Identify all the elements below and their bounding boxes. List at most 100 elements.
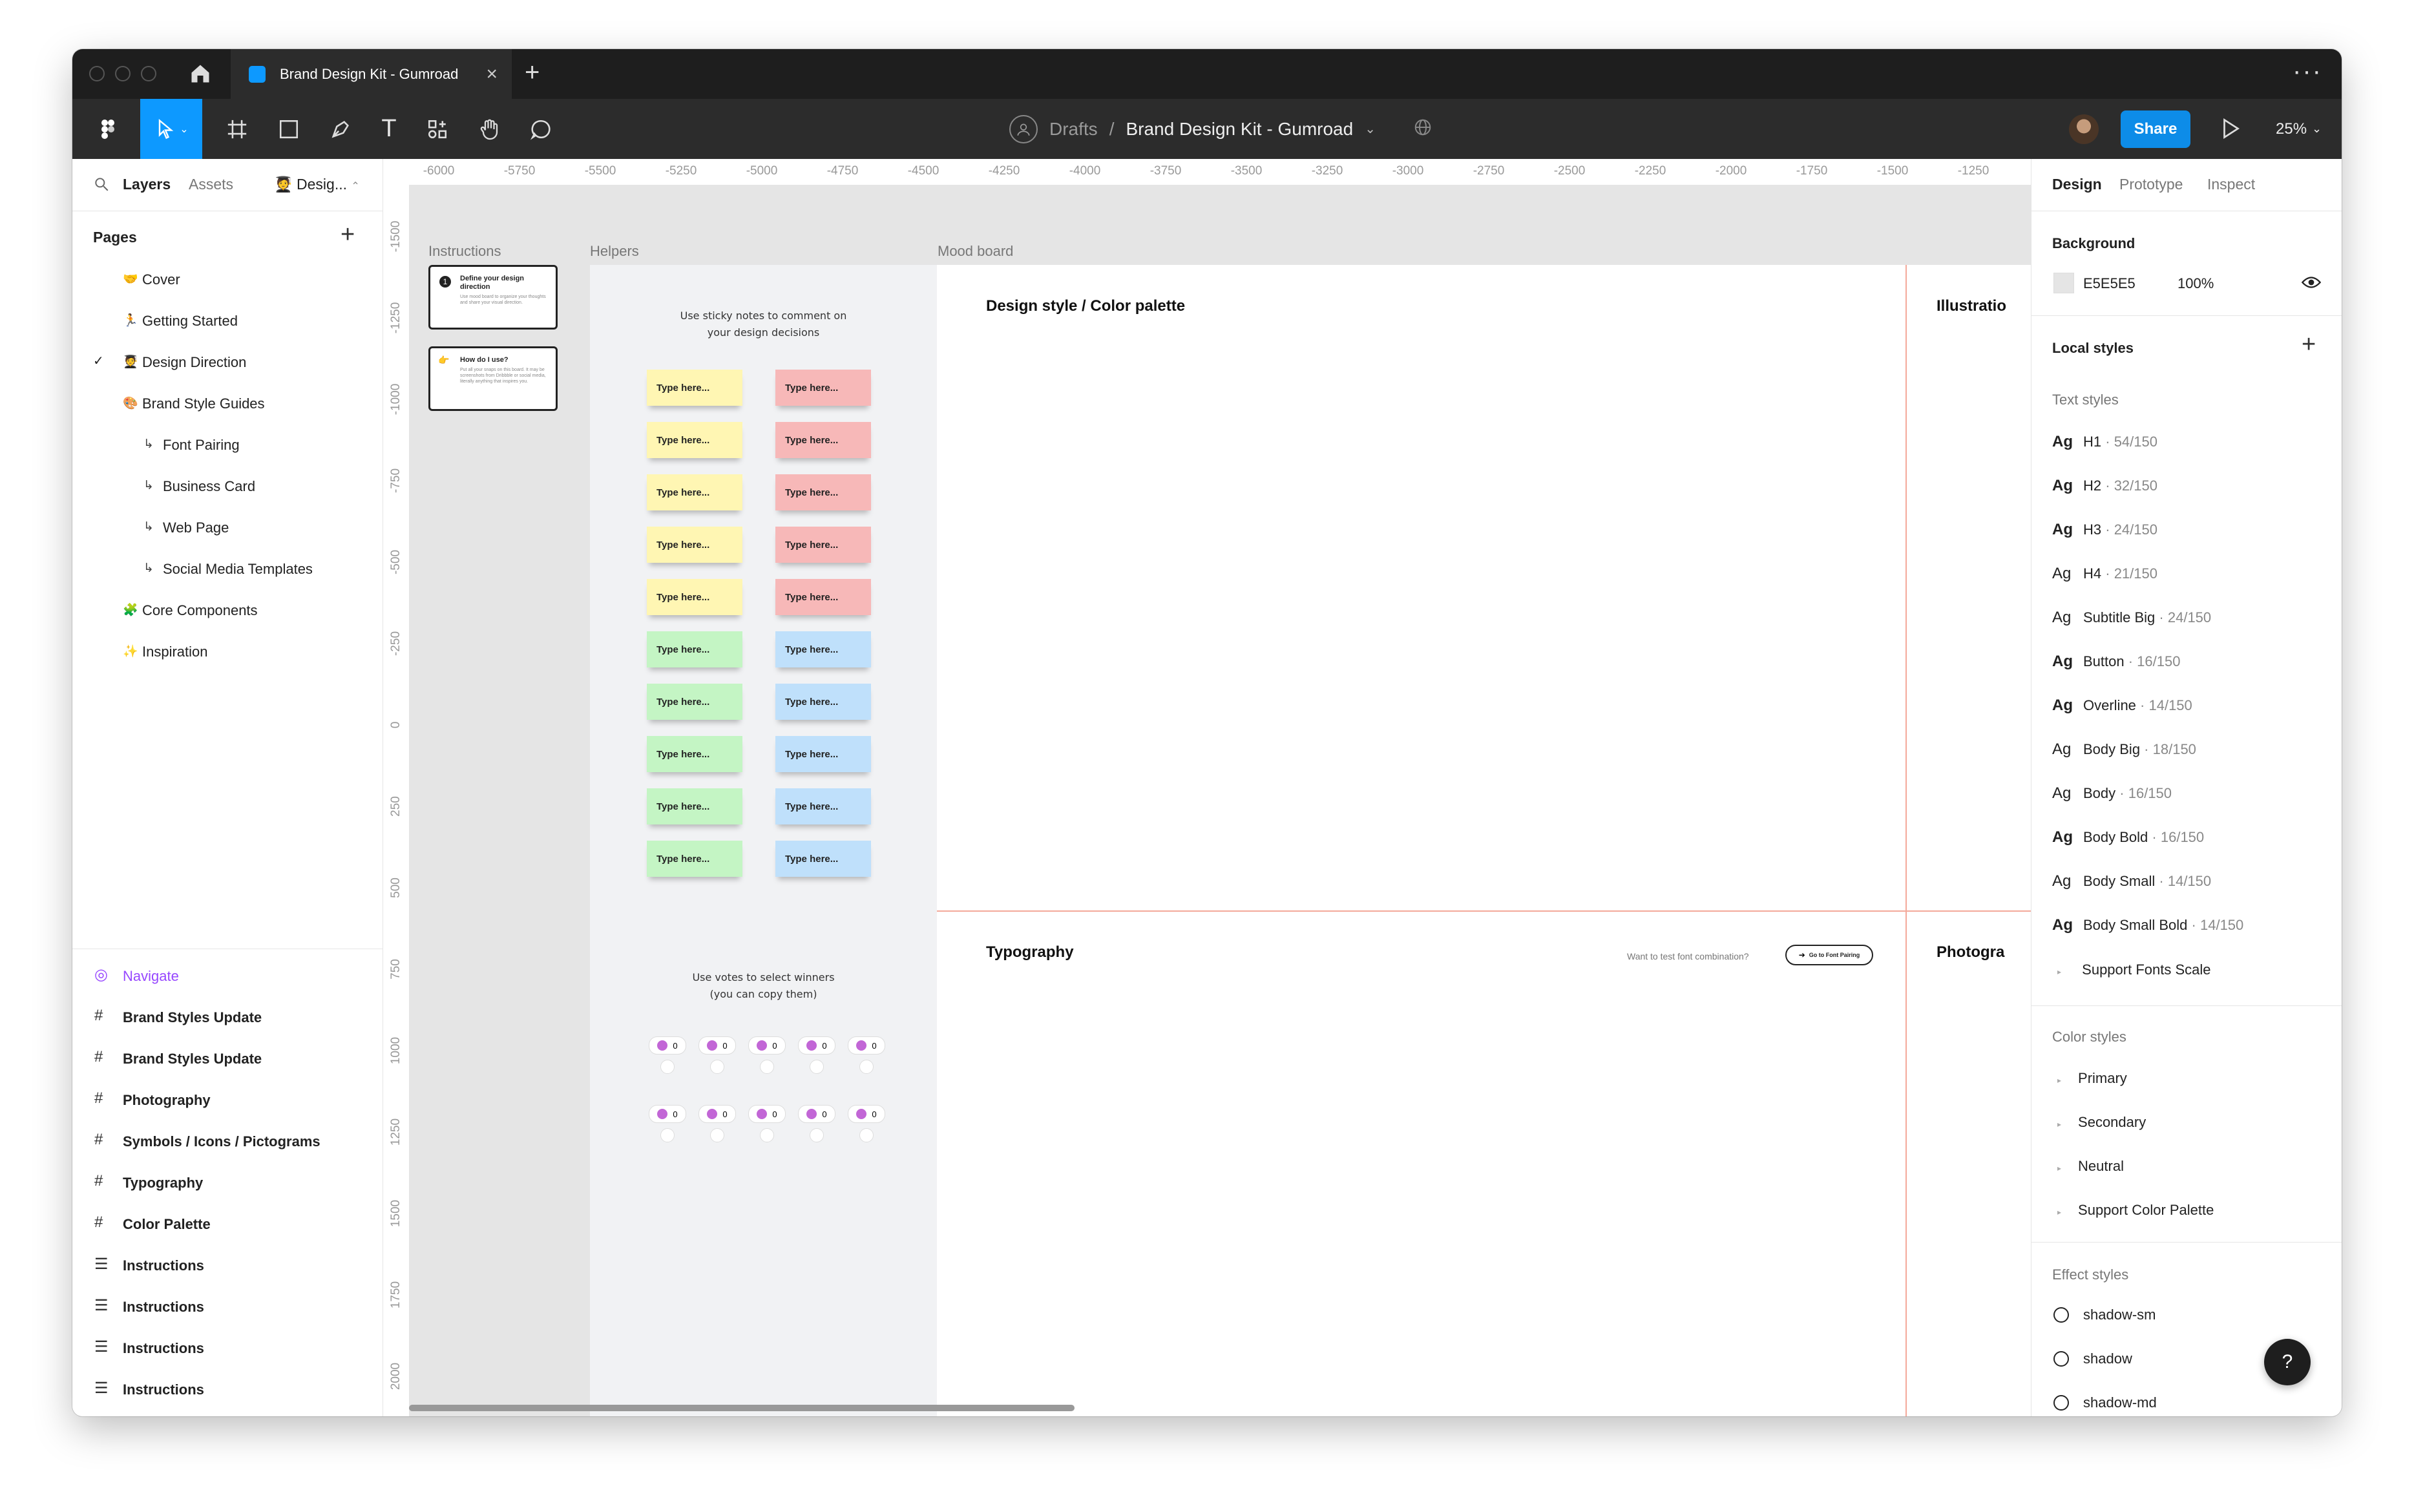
vote-counter[interactable]: 0: [698, 1036, 736, 1055]
vote-counter[interactable]: 0: [748, 1036, 786, 1055]
vote-counter[interactable]: 0: [848, 1036, 885, 1055]
close-tab-icon[interactable]: ×: [486, 63, 498, 85]
page-item[interactable]: 🏃 Getting Started: [72, 309, 383, 335]
layer-item[interactable]: ☰ Instructions: [72, 1376, 383, 1405]
photography-heading[interactable]: Photogra: [1936, 943, 2004, 961]
sticky-note[interactable]: Type here...: [775, 684, 871, 720]
vote-thumb-icon[interactable]: [859, 1128, 874, 1142]
go-to-font-pairing-button[interactable]: ➔ Go to Font Pairing: [1785, 945, 1873, 965]
vote-counter[interactable]: 0: [798, 1105, 835, 1123]
visibility-eye-icon[interactable]: [2301, 275, 2322, 293]
zoom-menu[interactable]: 25% ⌄: [2276, 99, 2322, 159]
main-menu-icon[interactable]: [85, 99, 131, 159]
add-style-icon[interactable]: +: [2302, 331, 2316, 359]
shape-tool-icon[interactable]: [266, 99, 311, 159]
comment-tool-icon[interactable]: [521, 99, 560, 159]
support-fonts-row[interactable]: ▸ Support Fonts Scale: [2057, 961, 2211, 978]
vote-counter[interactable]: 0: [848, 1105, 885, 1123]
help-button[interactable]: ?: [2264, 1339, 2311, 1385]
canvas[interactable]: -6000 -5750 -5500 -5250 -5000 -4750 -4500 -4250…: [383, 159, 2031, 1416]
effect-style-item[interactable]: shadow-sm: [2053, 1307, 2156, 1323]
page-item[interactable]: ↳ Social Media Templates: [72, 557, 383, 583]
minimize-window-button[interactable]: [115, 66, 131, 81]
text-style-item[interactable]: Ag Body Small Bold · 14/150: [2052, 916, 2243, 934]
tab-design[interactable]: Design: [2052, 176, 2102, 193]
color-style-group[interactable]: ▸ Neutral: [2057, 1158, 2124, 1175]
file-name[interactable]: Brand Design Kit - Gumroad: [1126, 119, 1353, 140]
home-icon[interactable]: [189, 62, 212, 85]
vote-thumb-icon[interactable]: [810, 1060, 824, 1074]
text-style-item[interactable]: Ag H2 · 32/150: [2052, 477, 2157, 495]
page-item[interactable]: ↳ Font Pairing: [72, 433, 383, 459]
frame-label-helpers[interactable]: Helpers: [590, 243, 639, 260]
design-style-heading[interactable]: Design style / Color palette: [986, 297, 1185, 315]
vote-thumb-icon[interactable]: [660, 1128, 675, 1142]
sticky-note[interactable]: Type here...: [647, 736, 742, 772]
instruction-card-how[interactable]: 👉 How do I use? Put all your snaps on th…: [428, 346, 558, 411]
sticky-note[interactable]: Type here...: [647, 527, 742, 563]
effect-style-item[interactable]: shadow-md: [2053, 1394, 2157, 1411]
sticky-note[interactable]: Type here...: [647, 422, 742, 458]
present-play-icon[interactable]: [2221, 117, 2241, 143]
search-layers-icon[interactable]: [93, 176, 110, 196]
text-style-item[interactable]: Ag Body Big · 18/150: [2052, 740, 2196, 759]
sticky-note[interactable]: Type here...: [775, 736, 871, 772]
sticky-note[interactable]: Type here...: [775, 631, 871, 667]
page-item[interactable]: 🧩 Core Components: [72, 598, 383, 624]
sticky-note[interactable]: Type here...: [775, 370, 871, 406]
layer-item[interactable]: # Brand Styles Update: [72, 1004, 383, 1033]
color-style-group[interactable]: ▸ Support Color Palette: [2057, 1202, 2214, 1219]
text-style-item[interactable]: Ag H3 · 24/150: [2052, 521, 2157, 539]
sticky-note[interactable]: Type here...: [647, 474, 742, 510]
share-button[interactable]: Share: [2121, 110, 2190, 148]
globe-icon[interactable]: [1413, 118, 1433, 140]
add-page-icon[interactable]: +: [341, 221, 355, 249]
pen-tool-icon[interactable]: [318, 99, 363, 159]
text-style-item[interactable]: Ag Body Bold · 16/150: [2052, 828, 2204, 846]
frame-label-instructions[interactable]: Instructions: [428, 243, 501, 260]
helpers-frame[interactable]: [590, 265, 937, 1416]
page-item[interactable]: ↳ Web Page: [72, 516, 383, 541]
file-tab[interactable]: Brand Design Kit - Gumroad ×: [231, 49, 512, 99]
layer-item[interactable]: ◎ Navigate: [72, 963, 383, 991]
vote-thumb-icon[interactable]: [760, 1060, 774, 1074]
sticky-note[interactable]: Type here...: [647, 579, 742, 615]
text-style-item[interactable]: Ag Subtitle Big · 24/150: [2052, 609, 2211, 627]
text-style-item[interactable]: Ag Overline · 14/150: [2052, 697, 2192, 715]
sticky-note[interactable]: Type here...: [775, 422, 871, 458]
close-window-button[interactable]: [89, 66, 105, 81]
text-tool-icon[interactable]: T: [370, 99, 408, 159]
mood-board-frame[interactable]: [937, 265, 2031, 1416]
more-options-icon[interactable]: ···: [2293, 57, 2322, 86]
layer-item[interactable]: # Photography: [72, 1087, 383, 1115]
hand-tool-icon[interactable]: [470, 99, 509, 159]
background-swatch[interactable]: [2053, 273, 2074, 293]
vote-thumb-icon[interactable]: [660, 1060, 675, 1074]
vote-thumb-icon[interactable]: [710, 1060, 724, 1074]
vote-counter[interactable]: 0: [798, 1036, 835, 1055]
vote-counter[interactable]: 0: [698, 1105, 736, 1123]
background-hex[interactable]: E5E5E5: [2083, 275, 2136, 292]
vote-counter[interactable]: 0: [649, 1105, 686, 1123]
vote-thumb-icon[interactable]: [710, 1128, 724, 1142]
tab-layers[interactable]: Layers: [123, 176, 171, 193]
tab-assets[interactable]: Assets: [189, 176, 233, 193]
layer-item[interactable]: # Brand Styles Update: [72, 1045, 383, 1074]
frame-label-mood-board[interactable]: Mood board: [938, 243, 1013, 260]
instruction-card-define[interactable]: 1 Define your design direction Use mood …: [428, 265, 558, 330]
sticky-note[interactable]: Type here...: [775, 527, 871, 563]
background-opacity[interactable]: 100%: [2178, 275, 2214, 292]
color-style-group[interactable]: ▸ Primary: [2057, 1070, 2127, 1087]
breadcrumb-parent[interactable]: Drafts: [1049, 119, 1098, 140]
page-item[interactable]: 🤝 Cover: [72, 268, 383, 293]
sticky-note[interactable]: Type here...: [775, 474, 871, 510]
layer-item[interactable]: ☰ Instructions: [72, 1335, 383, 1363]
text-style-item[interactable]: Ag H1 · 54/150: [2052, 433, 2157, 451]
horizontal-scrollbar[interactable]: [409, 1405, 1075, 1411]
team-avatar-icon[interactable]: [1009, 114, 1038, 143]
layer-item[interactable]: ☰ Instructions: [72, 1252, 383, 1281]
sticky-note[interactable]: Type here...: [647, 841, 742, 877]
vote-counter[interactable]: 0: [649, 1036, 686, 1055]
layer-item[interactable]: # Typography: [72, 1170, 383, 1198]
user-avatar[interactable]: [2069, 114, 2099, 144]
